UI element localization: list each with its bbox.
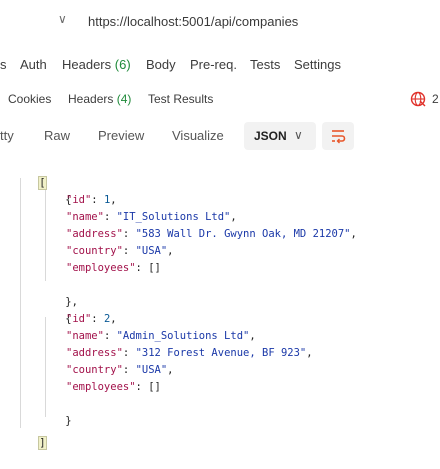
- json-sep: :: [91, 313, 104, 325]
- tab-response-headers[interactable]: Headers (4): [68, 92, 131, 106]
- json-end: ,: [167, 245, 174, 257]
- json-sep: :: [135, 262, 149, 274]
- request-tabs: s Auth Headers (6) Body Pre-req. Tests S…: [0, 50, 440, 80]
- json-key: "address": [66, 347, 123, 359]
- code-line: "address": "312 Forest Avenue, BF 923",: [66, 345, 313, 362]
- json-sep: :: [122, 364, 136, 376]
- json-key: "country": [66, 245, 123, 257]
- json-value: "312 Forest Avenue, BF 923": [135, 347, 307, 359]
- tab-body[interactable]: Body: [146, 57, 176, 72]
- code-line: "name": "IT_Solutions Ltd",: [66, 209, 237, 226]
- chevron-down-icon: ∨: [294, 128, 303, 142]
- tab-test-results[interactable]: Test Results: [148, 92, 213, 106]
- code-line: [: [14, 158, 47, 190]
- tab-visualize[interactable]: Visualize: [172, 128, 224, 143]
- url-bar[interactable]: ∨ https://localhost:5001/api/companies: [0, 0, 440, 44]
- json-end: ,: [249, 330, 256, 342]
- code-line: ]: [14, 418, 47, 450]
- json-sep: :: [135, 381, 149, 393]
- tab-preview[interactable]: Preview: [98, 128, 144, 143]
- tab-response-headers-label: Headers: [68, 92, 114, 106]
- chevron-down-icon[interactable]: ∨: [58, 12, 67, 26]
- object-close: }: [65, 415, 72, 427]
- json-key: "name": [66, 211, 104, 223]
- json-end: ,: [230, 211, 237, 223]
- response-status-text: 2: [432, 92, 439, 106]
- code-line: "id": 1,: [66, 192, 117, 209]
- code-line: {: [40, 294, 71, 325]
- json-sep: :: [122, 245, 136, 257]
- json-value: "USA": [135, 364, 168, 376]
- json-end: ,: [110, 313, 117, 325]
- format-select[interactable]: JSON ∨: [244, 122, 316, 150]
- code-line: "name": "Admin_Solutions Ltd",: [66, 328, 256, 345]
- tab-raw[interactable]: Raw: [44, 128, 70, 143]
- format-select-label: JSON: [254, 129, 287, 143]
- close-bracket: ]: [38, 436, 47, 450]
- code-line: },: [40, 277, 78, 308]
- json-sep: :: [91, 194, 104, 206]
- json-key: "country": [66, 364, 123, 376]
- json-sep: :: [103, 330, 117, 342]
- json-value: "USA": [135, 245, 168, 257]
- json-sep: :: [122, 228, 136, 240]
- code-line: }: [40, 396, 71, 427]
- json-end: ,: [350, 228, 357, 240]
- code-line: {: [40, 175, 71, 206]
- json-value: "583 Wall Dr. Gwynn Oak, MD 21207": [135, 228, 351, 240]
- tab-auth[interactable]: Auth: [20, 57, 47, 72]
- tab-cookies[interactable]: Cookies: [8, 92, 51, 106]
- json-sep: :: [103, 211, 117, 223]
- json-key: "employees": [66, 262, 136, 274]
- json-sep: :: [122, 347, 136, 359]
- json-key: "id": [66, 313, 92, 325]
- view-toolbar: tty Raw Preview Visualize JSON ∨: [0, 120, 440, 152]
- wrap-lines-icon: [332, 130, 346, 144]
- tab-settings[interactable]: Settings: [294, 57, 341, 72]
- tab-headers[interactable]: Headers (6): [62, 57, 131, 72]
- json-key: "id": [66, 194, 92, 206]
- wrap-lines-button[interactable]: [322, 122, 354, 150]
- tab-tests[interactable]: Tests: [250, 57, 280, 72]
- url-input[interactable]: https://localhost:5001/api/companies: [88, 14, 298, 29]
- json-value: []: [148, 262, 161, 274]
- code-line: "id": 2,: [66, 311, 117, 328]
- code-line: "country": "USA",: [66, 362, 174, 379]
- globe-icon[interactable]: [410, 91, 426, 107]
- json-key: "employees": [66, 381, 136, 393]
- json-key: "name": [66, 330, 104, 342]
- code-line: "employees": []: [66, 379, 161, 396]
- tab-pretty[interactable]: tty: [0, 128, 14, 143]
- json-value: "IT_Solutions Ltd": [116, 211, 231, 223]
- tab-response-headers-count: (4): [116, 92, 132, 106]
- code-line: "country": "USA",: [66, 243, 174, 260]
- code-line: "address": "583 Wall Dr. Gwynn Oak, MD 2…: [66, 226, 357, 243]
- tab-headers-count: (6): [114, 57, 131, 72]
- tab-headers-label: Headers: [62, 57, 112, 72]
- tab-params[interactable]: s: [0, 57, 7, 72]
- response-tabs: Cookies Headers (4) Test Results 2: [0, 86, 440, 114]
- json-end: ,: [306, 347, 313, 359]
- json-value: "Admin_Solutions Ltd": [116, 330, 250, 342]
- code-line: "employees": []: [66, 260, 161, 277]
- response-body[interactable]: [ { "id": 1, "name": "IT_Solutions Ltd",…: [0, 158, 440, 450]
- json-end: ,: [167, 364, 174, 376]
- indent-guide: [20, 178, 21, 428]
- json-end: ,: [110, 194, 117, 206]
- json-key: "address": [66, 228, 123, 240]
- tab-pre-request[interactable]: Pre-req.: [190, 57, 237, 72]
- json-value: []: [148, 381, 161, 393]
